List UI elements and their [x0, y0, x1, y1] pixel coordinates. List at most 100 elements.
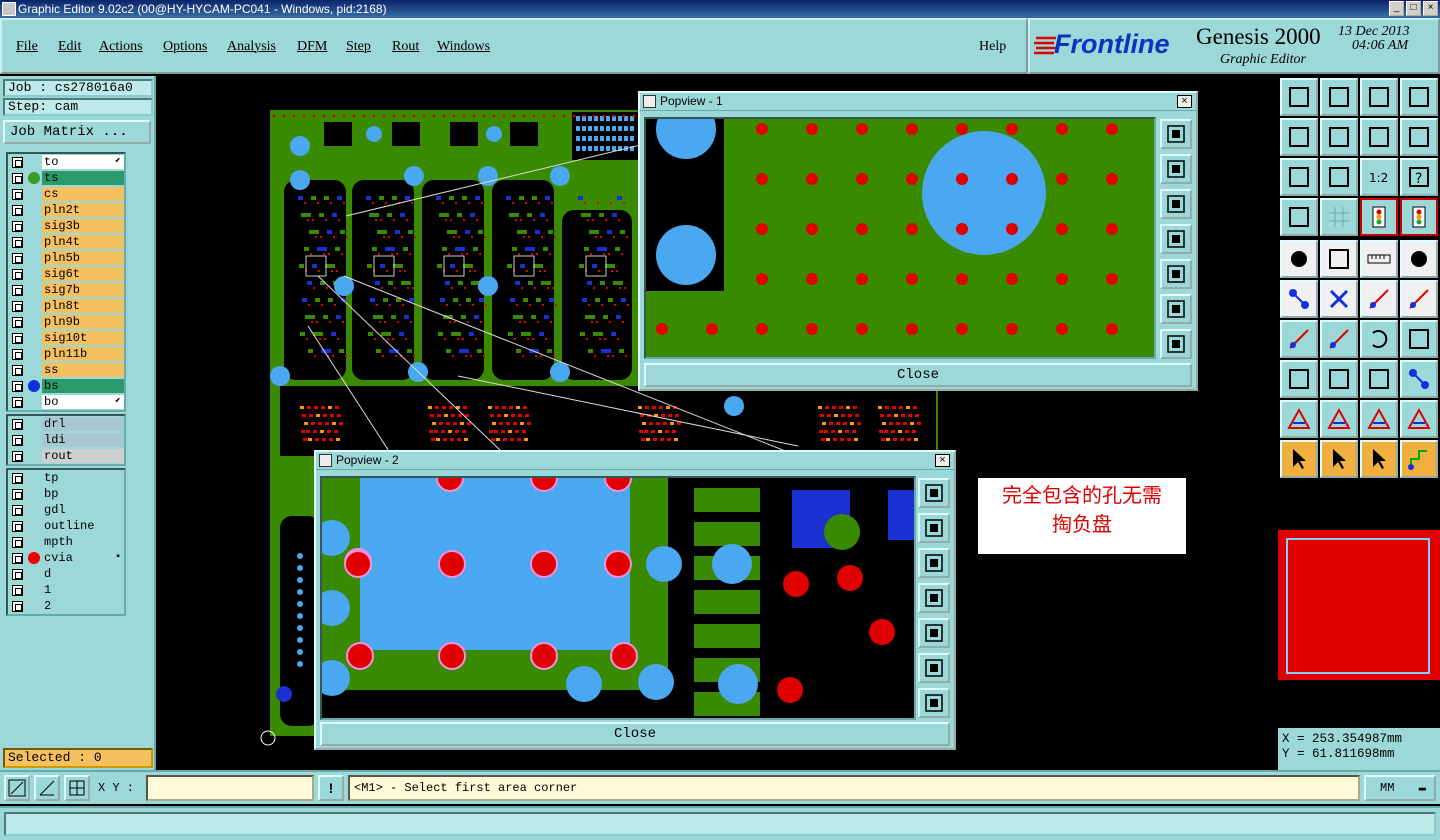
layer-name[interactable]: bp	[42, 487, 124, 501]
popview-tool-button[interactable]	[918, 513, 950, 543]
rotate-button[interactable]	[1360, 320, 1398, 358]
layer-row-pln8t[interactable]: pln8t	[8, 298, 124, 314]
layers-toggle-button[interactable]	[1360, 198, 1398, 236]
popview-tool-button[interactable]	[918, 653, 950, 683]
circle-pad-button[interactable]	[1400, 240, 1438, 278]
layer-name[interactable]: cvia ▪	[42, 551, 124, 565]
layer-name[interactable]: pln5b	[42, 251, 124, 265]
layer-checkbox[interactable]	[12, 473, 23, 484]
grid-snap-button[interactable]	[64, 775, 90, 801]
popview-1-close-icon[interactable]: ×	[1177, 95, 1192, 108]
layer-row-sig3b[interactable]: sig3b	[8, 218, 124, 234]
layer-name[interactable]: ss	[42, 363, 124, 377]
layer-name[interactable]: gdl	[42, 503, 124, 517]
layer-checkbox[interactable]	[12, 419, 23, 430]
layer-checkbox[interactable]	[12, 381, 23, 392]
snake-button[interactable]	[1400, 118, 1438, 156]
layer-checkbox[interactable]	[12, 173, 23, 184]
layer-name[interactable]: rout	[42, 449, 124, 463]
popview-2-titlebar[interactable]: Popview - 2 ×	[316, 452, 954, 470]
layer-checkbox[interactable]	[12, 601, 23, 612]
popview-1-titlebar[interactable]: Popview - 1 ×	[640, 93, 1196, 111]
layer-row-pln9b[interactable]: pln9b	[8, 314, 124, 330]
layer-checkbox[interactable]	[12, 397, 23, 408]
layer-name[interactable]: bo ⬋	[42, 395, 124, 409]
menu-edit[interactable]: Edit	[58, 39, 81, 55]
popview-2-window[interactable]: Popview - 2 × Close	[314, 450, 956, 750]
layer-checkbox[interactable]	[12, 269, 23, 280]
layer-row-sig7b[interactable]: sig7b	[8, 282, 124, 298]
move-right-button[interactable]	[1320, 118, 1358, 156]
layer-checkbox[interactable]	[12, 221, 23, 232]
layer-name[interactable]: to ⬋	[42, 155, 124, 169]
arrow-node-2-button[interactable]	[1400, 280, 1438, 318]
layer-row-rout[interactable]: rout	[8, 448, 124, 464]
layer-checkbox[interactable]	[12, 521, 23, 532]
layer-name[interactable]: 1	[42, 583, 124, 597]
menu-file[interactable]: File	[16, 39, 38, 55]
popview-2-view[interactable]	[320, 476, 916, 720]
layer-name[interactable]: pln9b	[42, 315, 124, 329]
popview-tool-button[interactable]	[918, 478, 950, 508]
arrow-node-button[interactable]	[1360, 280, 1398, 318]
pointer-select-button[interactable]	[1360, 440, 1398, 478]
layer-checkbox[interactable]	[12, 317, 23, 328]
layer-row-ldi[interactable]: ldi	[8, 432, 124, 448]
layer-row-pln4t[interactable]: pln4t	[8, 234, 124, 250]
layer-row-bs[interactable]: bs	[8, 378, 124, 394]
layer-row-ss[interactable]: ss	[8, 362, 124, 378]
popview-1-close-button[interactable]: Close	[644, 363, 1192, 387]
layer-name[interactable]: sig10t	[42, 331, 124, 345]
triangle-2-button[interactable]	[1320, 400, 1358, 438]
layer-checkbox[interactable]	[12, 349, 23, 360]
select-pad-button[interactable]	[1280, 360, 1318, 398]
popview-tool-button[interactable]	[918, 548, 950, 578]
layer-checkbox[interactable]	[12, 585, 23, 596]
layer-row-pln5b[interactable]: pln5b	[8, 250, 124, 266]
layer-checkbox[interactable]	[12, 157, 23, 168]
triangle-4-button[interactable]	[1400, 400, 1438, 438]
chain-button[interactable]	[1400, 360, 1438, 398]
layer-row-gdl[interactable]: gdl	[8, 502, 124, 518]
layer-row-2[interactable]: 2	[8, 598, 124, 614]
layer-name[interactable]: pln4t	[42, 235, 124, 249]
layer-checkbox[interactable]	[12, 569, 23, 580]
layer-name[interactable]: ldi	[42, 433, 124, 447]
zoom-area-button[interactable]	[4, 775, 30, 801]
layer-name[interactable]: 2	[42, 599, 124, 613]
popview-tool-button[interactable]	[918, 618, 950, 648]
popview-tool-button[interactable]	[1160, 189, 1192, 219]
menu-dfm[interactable]: DFM	[297, 39, 327, 55]
popview-2-close-button[interactable]: Close	[320, 722, 950, 746]
layer-row-pln11b[interactable]: pln11b	[8, 346, 124, 362]
layer-checkbox[interactable]	[12, 189, 23, 200]
ruler-button[interactable]	[1360, 240, 1398, 278]
layer-row-ts[interactable]: ts	[8, 170, 124, 186]
menu-rout[interactable]: Rout	[392, 39, 419, 55]
units-select[interactable]: MM ▬	[1364, 775, 1436, 801]
popview-2-close-icon[interactable]: ×	[935, 454, 950, 467]
menu-actions[interactable]: Actions	[99, 39, 143, 55]
layer-checkbox[interactable]	[12, 285, 23, 296]
home-button[interactable]	[1360, 78, 1398, 116]
layer-row-bp[interactable]: bp	[8, 486, 124, 502]
scale-1-2-button[interactable]: 1:2	[1360, 158, 1398, 196]
snap-button[interactable]	[34, 775, 60, 801]
layer-name[interactable]: d	[42, 567, 124, 581]
angle-button[interactable]	[1280, 320, 1318, 358]
triangle-3-button[interactable]	[1360, 400, 1398, 438]
layer-name[interactable]: sig3b	[42, 219, 124, 233]
mirror-button[interactable]	[1400, 320, 1438, 358]
popview-tool-button[interactable]	[1160, 154, 1192, 184]
pointer-button[interactable]	[1280, 440, 1318, 478]
layer-row-pln2t[interactable]: pln2t	[8, 202, 124, 218]
layer-checkbox[interactable]	[12, 301, 23, 312]
cut-line-button[interactable]	[1320, 360, 1358, 398]
popview-tool-button[interactable]	[918, 688, 950, 718]
layer-row-to[interactable]: to ⬋	[8, 154, 124, 170]
menu-windows[interactable]: Windows	[437, 39, 490, 55]
layer-checkbox[interactable]	[12, 553, 23, 564]
job-matrix-button[interactable]: Job Matrix ...	[3, 120, 151, 144]
tools-button[interactable]	[1280, 198, 1318, 236]
layer-name[interactable]: pln8t	[42, 299, 124, 313]
